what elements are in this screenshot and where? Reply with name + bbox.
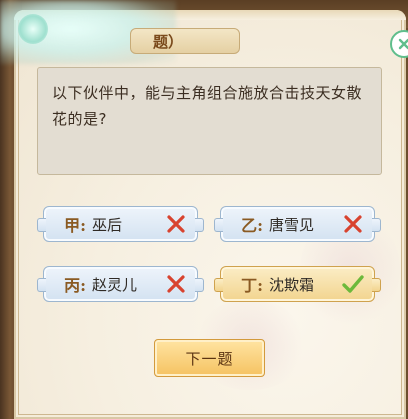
answer-label: 唐雪见 [269,215,315,234]
correct-check-icon [336,267,370,301]
answer-letter: 乙: [241,216,263,235]
logo-emblem-icon [18,14,48,44]
quiz-title: 题） [130,28,240,54]
wrong-x-icon [159,207,193,241]
answer-letter: 甲: [64,216,86,235]
answer-option-c[interactable]: 丙: 赵灵儿 [37,266,204,302]
question-text: 以下伙伴中，能与主角组合施放合击技天女散花的是? [52,84,363,128]
answer-letter: 丙: [64,276,86,295]
wrong-x-icon [159,267,193,301]
answer-label: 赵灵儿 [92,275,138,294]
next-question-button[interactable]: 下一题 [154,339,265,377]
answer-label: 沈欺霜 [269,275,315,294]
wrong-x-icon [336,207,370,241]
answer-option-a[interactable]: 甲: 巫后 [37,206,204,242]
answer-option-b[interactable]: 乙: 唐雪见 [214,206,381,242]
answer-option-d[interactable]: 丁: 沈欺霜 [214,266,381,302]
close-icon [398,38,408,50]
answer-letter: 丁: [241,276,263,295]
answer-label: 巫后 [92,215,123,234]
